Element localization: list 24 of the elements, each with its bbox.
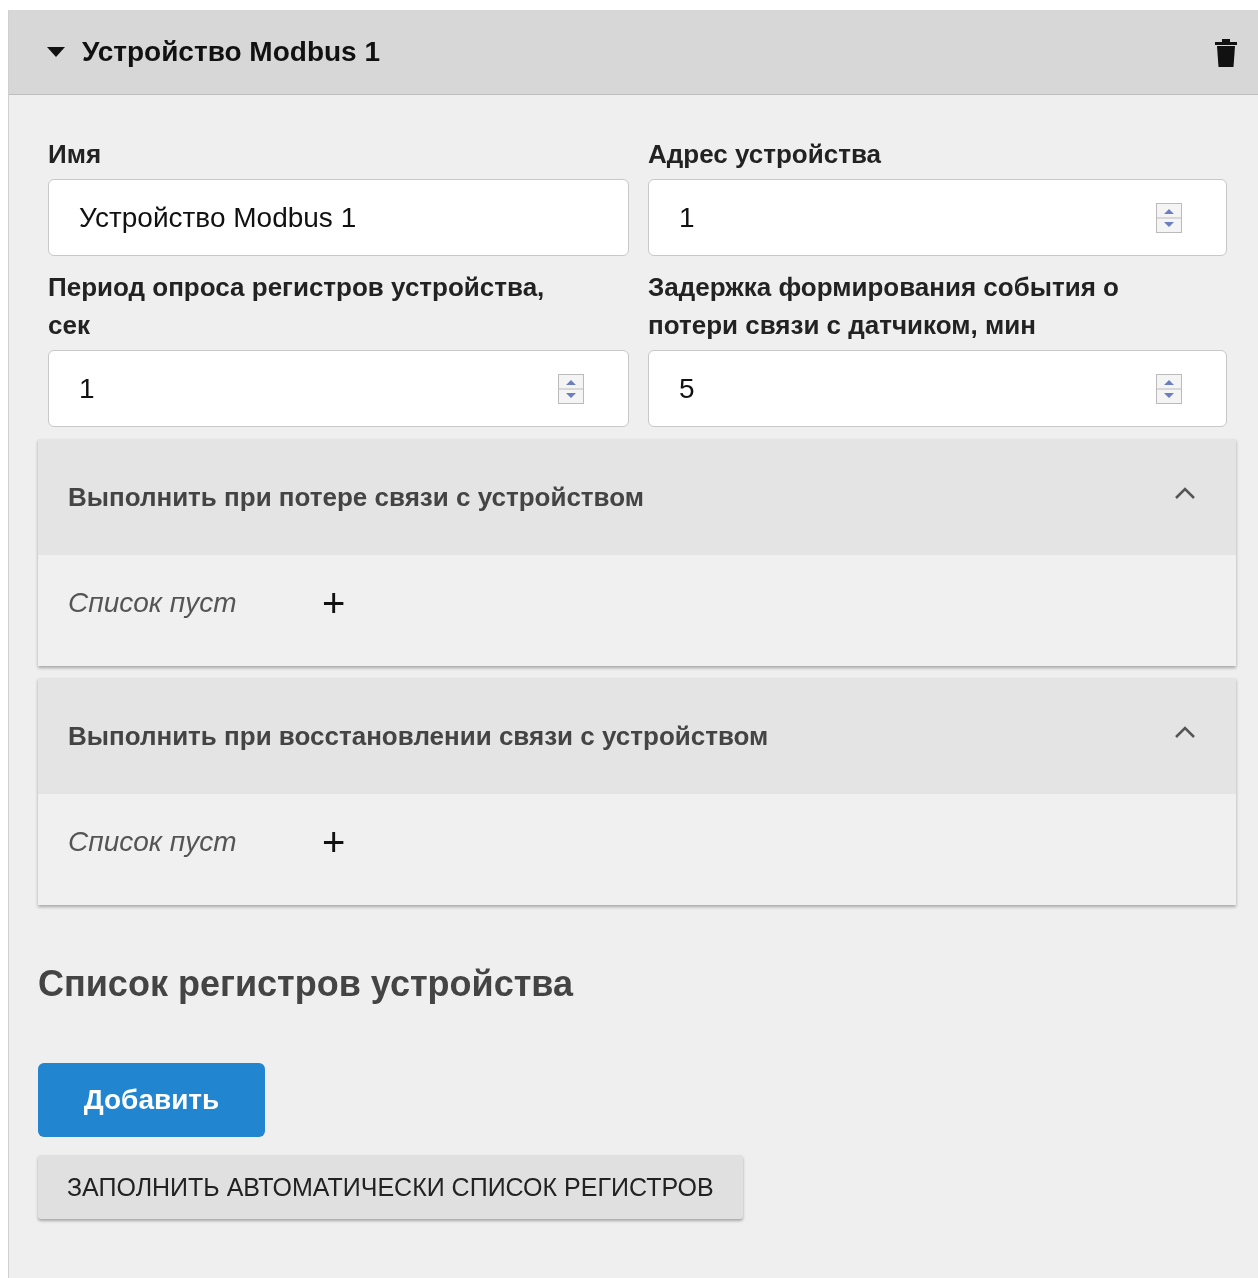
section-heading: Список регистров устройства [38,963,575,1005]
empty-list-text: Список пуст [68,825,238,858]
field-label: Адрес устройства [648,138,882,171]
input-field[interactable]: Устройство Modbus 1 [48,179,629,256]
empty-list-text: Список пуст [68,586,238,619]
add-button[interactable]: + [318,821,350,862]
add-button[interactable]: Добавить [38,1063,265,1137]
chevron-icon[interactable] [1174,486,1196,500]
section-title: Выполнить при потере связи с устройством [68,481,644,513]
field-label: Период опроса регистров устройства, сек [48,271,546,342]
trash-icon[interactable] [1214,38,1238,68]
autofill-button[interactable]: ЗАПОЛНИТЬ АВТОМАТИЧЕСКИ СПИСОК РЕГИСТРОВ [38,1155,743,1219]
panel-title: Устройство Modbus 1 [82,36,382,68]
section-title: Выполнить при восстановлении связи с устройством [68,720,769,752]
chevron-icon[interactable] [1174,725,1196,739]
input-field[interactable]: 1 [48,350,629,427]
field-label: Имя [48,138,103,171]
spinner-icon[interactable] [558,373,584,404]
field-label: Задержка формирования события о потери связи с датчиком, мин [648,271,1120,342]
spinner-icon[interactable] [1156,202,1182,233]
input-field[interactable]: 5 [648,350,1227,427]
add-button[interactable]: + [318,582,350,623]
spinner-icon[interactable] [1156,373,1182,404]
input-field[interactable]: 1 [648,179,1227,256]
